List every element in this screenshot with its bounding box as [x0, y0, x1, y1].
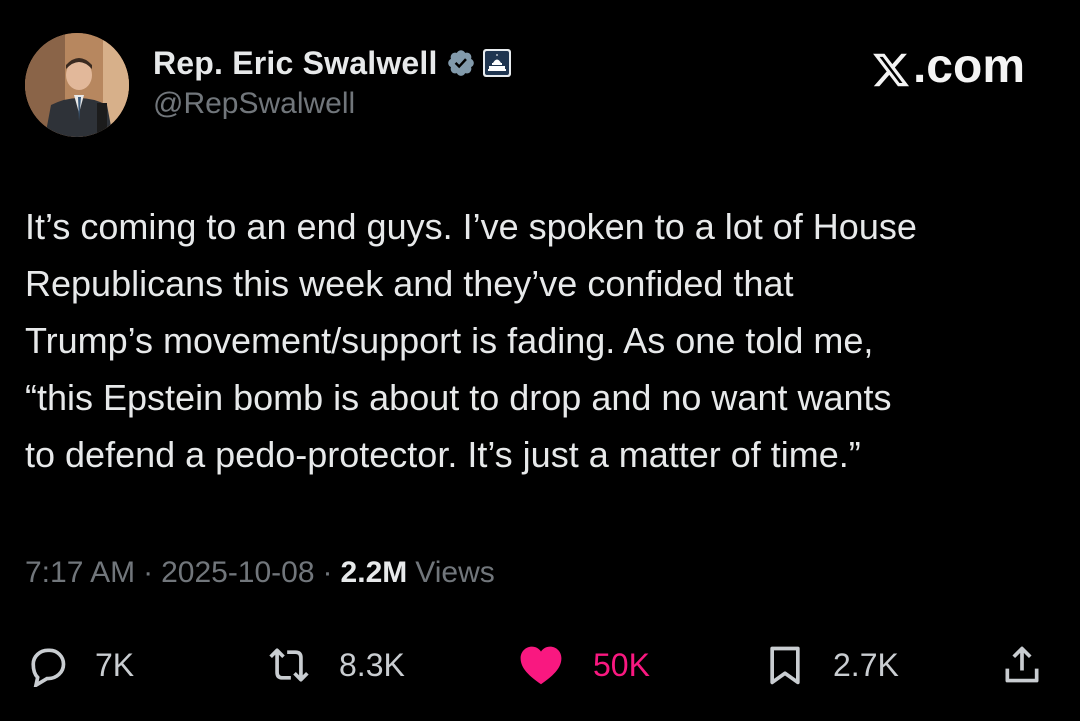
tweet-date[interactable]: 2025-10-08 — [161, 556, 314, 590]
bookmark-icon — [763, 641, 807, 689]
views-label: Views — [415, 556, 495, 589]
meta-separator: · — [143, 556, 154, 589]
tweet-text: It’s coming to an end guys. I’ve spoken … — [25, 206, 917, 475]
avatar-image — [25, 33, 129, 137]
reply-count: 7K — [95, 646, 135, 683]
meta-separator: · — [322, 556, 333, 589]
tweet-header: Rep. Eric Swalwell @RepSwalwell .com — [25, 33, 1055, 143]
share-icon — [1000, 641, 1044, 689]
heart-icon — [515, 641, 567, 689]
bookmark-count: 2.7K — [833, 646, 899, 683]
action-bar: 7K 8.3K 50K 2.7K — [25, 630, 1055, 700]
tweet-meta: 7:17 AM · 2025-10-08 · 2.2M Views — [25, 556, 495, 590]
us-capitol-icon — [482, 48, 512, 78]
author-block: Rep. Eric Swalwell @RepSwalwell — [153, 41, 512, 121]
tweet-time[interactable]: 7:17 AM — [25, 556, 135, 590]
brand-suffix: .com — [912, 40, 1025, 93]
reply-button[interactable]: 7K — [25, 630, 134, 700]
x-logo-icon — [871, 47, 911, 87]
reply-icon — [25, 643, 69, 687]
like-button[interactable]: 50K — [515, 630, 650, 700]
bookmark-button[interactable]: 2.7K — [763, 630, 899, 700]
author-display-name[interactable]: Rep. Eric Swalwell — [153, 45, 438, 82]
repost-button[interactable]: 8.3K — [265, 630, 405, 700]
share-button[interactable] — [1000, 630, 1044, 700]
views-count: 2.2M — [340, 556, 408, 589]
verified-badge-icon — [446, 48, 476, 78]
repost-icon — [265, 643, 313, 687]
author-handle[interactable]: @RepSwalwell — [153, 87, 512, 121]
site-watermark: .com — [871, 39, 1025, 94]
repost-count: 8.3K — [339, 646, 405, 683]
like-count: 50K — [593, 646, 650, 683]
avatar[interactable] — [25, 33, 129, 137]
